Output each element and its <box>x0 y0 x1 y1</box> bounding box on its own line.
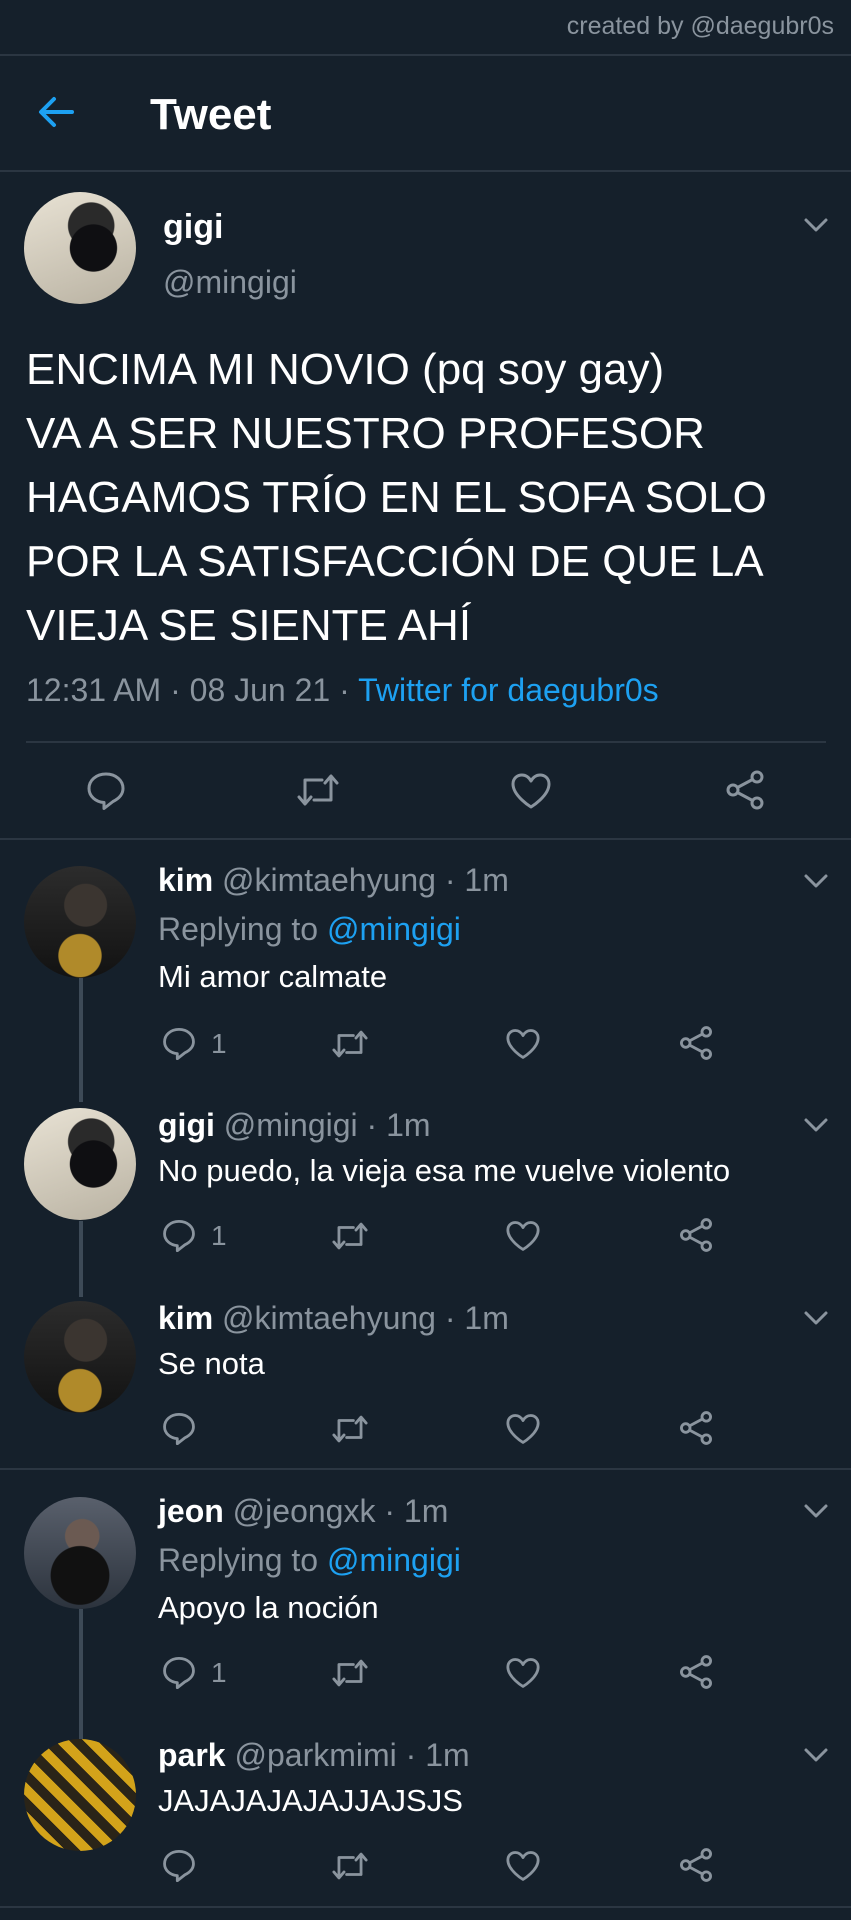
retweet-icon[interactable] <box>296 770 340 810</box>
reply-header: jeon @jeongxk · 1m <box>158 1493 448 1530</box>
reply-handle-time: @kimtaehyung · 1m <box>213 862 509 898</box>
reply-icon[interactable] <box>162 1655 196 1689</box>
share-icon[interactable] <box>678 1847 714 1883</box>
reply-text: Apoyo la noción <box>158 1590 379 1625</box>
retweet-icon[interactable] <box>331 1656 369 1690</box>
share-icon[interactable] <box>678 1410 714 1446</box>
reply-header: kim @kimtaehyung · 1m <box>158 1300 509 1337</box>
chevron-down-icon[interactable] <box>803 1747 829 1763</box>
reply-author-name[interactable]: park <box>158 1737 226 1773</box>
divider <box>0 838 851 840</box>
mention-link[interactable]: @mingigi <box>327 1542 461 1578</box>
like-icon[interactable] <box>505 1850 541 1882</box>
replying-label: Replying to <box>158 911 327 947</box>
reply-header: park @parkmimi · 1m <box>158 1737 470 1774</box>
avatar-jeon[interactable] <box>24 1497 136 1609</box>
reply-icon[interactable] <box>162 1848 196 1882</box>
reply-handle-time: @jeongxk · 1m <box>223 1493 449 1529</box>
like-icon[interactable] <box>505 1413 541 1445</box>
reply-icon[interactable] <box>162 1218 196 1252</box>
mention-link[interactable]: @mingigi <box>327 911 461 947</box>
chevron-down-icon[interactable] <box>803 1310 829 1326</box>
reply-icon[interactable] <box>162 1411 196 1445</box>
reply-icon[interactable] <box>162 1026 196 1060</box>
chevron-down-icon[interactable] <box>803 873 829 889</box>
tweet-meta: 12:31 AM · 08 Jun 21 · Twitter for daegu… <box>26 672 659 709</box>
reply-author-name[interactable]: gigi <box>158 1107 215 1143</box>
reply-author-name[interactable]: kim <box>158 862 213 898</box>
reply-header: gigi @mingigi · 1m <box>158 1107 431 1144</box>
reply-text: Mi amor calmate <box>158 959 388 994</box>
divider <box>0 1906 851 1908</box>
like-icon[interactable] <box>505 1028 541 1060</box>
like-icon[interactable] <box>505 1657 541 1689</box>
thread-line <box>79 1609 83 1739</box>
reply-count: 1 <box>211 1657 227 1688</box>
tweet-text-line: VIEJA SE SIENTE AHÍ <box>26 601 472 650</box>
reply-text: JAJAJAJAJAJJAJSJS <box>158 1783 463 1818</box>
divider <box>0 54 851 56</box>
retweet-icon[interactable] <box>331 1027 369 1061</box>
avatar-kim[interactable] <box>24 1301 136 1413</box>
like-icon[interactable] <box>510 772 552 810</box>
divider <box>0 170 851 172</box>
reply-icon[interactable] <box>86 770 126 810</box>
divider <box>26 741 826 743</box>
reply-author-name[interactable]: kim <box>158 1300 213 1336</box>
divider <box>0 1468 851 1470</box>
tweet-text: ENCIMA MI NOVIO (pq soy gay) VA A SER NU… <box>26 338 826 658</box>
avatar-kim[interactable] <box>24 866 136 978</box>
avatar-park[interactable] <box>24 1739 136 1851</box>
page-title: Tweet <box>150 90 272 139</box>
share-icon[interactable] <box>724 769 766 811</box>
avatar-gigi[interactable] <box>24 1108 136 1220</box>
reply-count: 1 <box>211 1220 227 1251</box>
reply-author-name[interactable]: jeon <box>158 1493 224 1529</box>
retweet-icon[interactable] <box>331 1412 369 1446</box>
reply-text: No puedo, la vieja esa me vuelve violent… <box>158 1153 731 1188</box>
tweet-text-line: ENCIMA MI NOVIO (pq soy gay) <box>26 345 665 394</box>
chevron-down-icon[interactable] <box>803 217 829 233</box>
thread-line <box>79 1221 83 1297</box>
avatar-gigi[interactable] <box>24 192 136 304</box>
back-arrow-icon[interactable] <box>36 92 76 132</box>
tweet-source-link[interactable]: Twitter for daegubr0s <box>358 672 659 708</box>
author-handle[interactable]: @mingigi <box>163 264 297 301</box>
thread-line <box>79 978 83 1102</box>
tweet-timestamp: 12:31 AM · 08 Jun 21 · <box>26 672 359 708</box>
author-name[interactable]: gigi <box>163 208 223 247</box>
chevron-down-icon[interactable] <box>803 1117 829 1133</box>
replying-to: Replying to @mingigi <box>158 1542 461 1579</box>
reply-header: kim @kimtaehyung · 1m <box>158 862 509 899</box>
reply-text: Se nota <box>158 1346 265 1381</box>
credit-text: created by @daegubr0s <box>566 12 834 40</box>
chevron-down-icon[interactable] <box>803 1503 829 1519</box>
retweet-icon[interactable] <box>331 1849 369 1883</box>
reply-count: 1 <box>211 1028 227 1059</box>
reply-handle-time: @parkmimi · 1m <box>225 1737 470 1773</box>
share-icon[interactable] <box>678 1217 714 1253</box>
reply-handle-time: @mingigi · 1m <box>214 1107 431 1143</box>
replying-to: Replying to @mingigi <box>158 911 461 948</box>
tweet-text-line: VA A SER NUESTRO PROFESOR <box>26 409 705 458</box>
share-icon[interactable] <box>678 1654 714 1690</box>
like-icon[interactable] <box>505 1220 541 1252</box>
tweet-text-line: POR LA SATISFACCIÓN DE QUE LA <box>26 537 764 586</box>
retweet-icon[interactable] <box>331 1219 369 1253</box>
reply-handle-time: @kimtaehyung · 1m <box>213 1300 509 1336</box>
tweet-text-line: HAGAMOS TRÍO EN EL SOFA SOLO <box>26 473 767 522</box>
share-icon[interactable] <box>678 1025 714 1061</box>
replying-label: Replying to <box>158 1542 327 1578</box>
